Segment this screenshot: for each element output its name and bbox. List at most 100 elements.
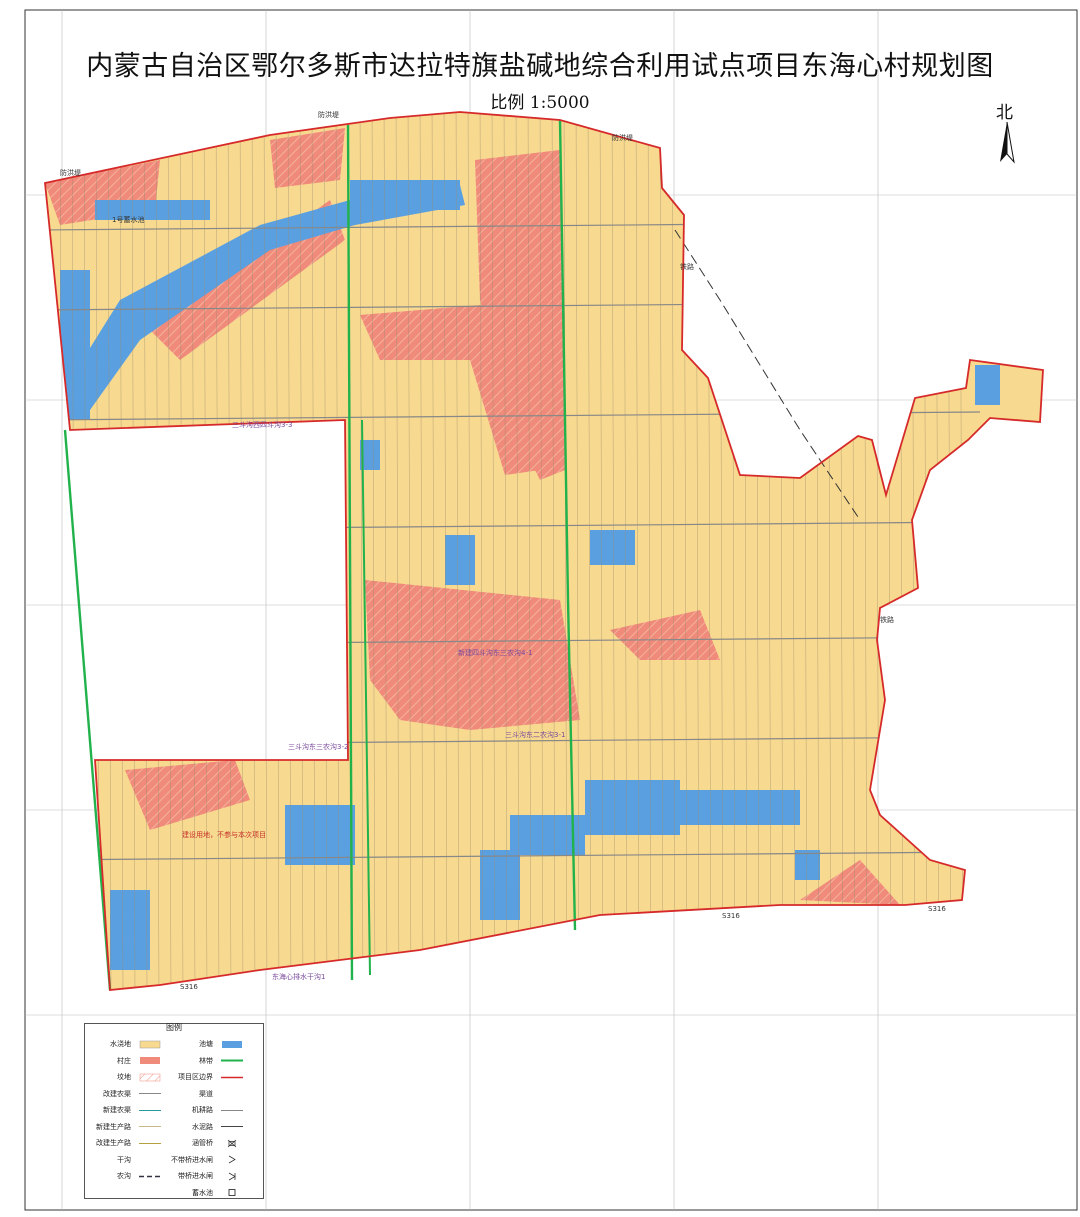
legend-item-label: 机耕路 — [192, 1106, 213, 1114]
legend-item-label: 池塘 — [199, 1040, 213, 1048]
map-label: S316 — [180, 983, 198, 991]
legend-item-label: 农沟 — [117, 1172, 131, 1180]
pond-area — [585, 780, 680, 835]
legend-item-symbol — [137, 1155, 163, 1164]
map-label: 三斗沟东三农沟3-2 — [288, 743, 349, 751]
legend-item: 改建生产路 — [85, 1135, 163, 1151]
legend-item-label: 新建生产路 — [96, 1122, 131, 1131]
legend-item: 坟地 — [85, 1069, 163, 1085]
legend-item-label: 林带 — [199, 1056, 213, 1065]
legend-item-symbol — [219, 1155, 245, 1164]
legend-item-symbol — [137, 1089, 163, 1098]
pond-area — [285, 805, 355, 865]
legend-item: 水泥路 — [167, 1119, 245, 1135]
line-dark-icon — [221, 1126, 243, 1127]
legend-item-label: 新建农渠 — [103, 1106, 131, 1114]
legend-item-label: 村庄 — [117, 1056, 131, 1065]
line-olive-icon — [139, 1142, 161, 1144]
legend-item-label: 项目区边界 — [178, 1073, 213, 1081]
legend-item-label: 水泥路 — [192, 1122, 213, 1131]
map-scale: 比例 1:5000 — [490, 93, 590, 113]
map-label: 新建四斗沟东三农沟4-1 — [458, 649, 533, 657]
pond-area — [795, 850, 820, 880]
legend-item-label: 不带桥进水闸 — [171, 1155, 213, 1164]
line-gray-icon — [221, 1109, 243, 1111]
legend-item-symbol — [137, 1056, 163, 1065]
legend-item: 机耕路 — [167, 1102, 245, 1118]
none-icon — [219, 1089, 245, 1098]
paddy-icon — [139, 1040, 161, 1048]
map-title: 内蒙古自治区鄂尔多斯市达拉特旗盐碱地综合利用试点项目东海心村规划图 — [86, 51, 994, 82]
legend-item: 新建农渠 — [85, 1102, 163, 1118]
legend-item-symbol — [137, 1040, 163, 1049]
legend-item: 涵管桥 — [167, 1135, 245, 1151]
legend-item-label: 渠道 — [199, 1089, 213, 1098]
map-label: 三斗沟东二农沟3-1 — [505, 731, 566, 739]
map-label: 三斗沟西四斗沟3-3 — [232, 421, 293, 429]
legend-item: 林带 — [167, 1053, 245, 1069]
map-label: 铁路 — [880, 616, 894, 624]
pond-area — [680, 790, 800, 825]
legend-item: 水浇地 — [85, 1036, 163, 1052]
legend-item-label: 改建生产路 — [96, 1139, 131, 1147]
legend-item-label: 改建农渠 — [103, 1089, 131, 1098]
box-icon — [228, 1189, 236, 1196]
grave-icon — [139, 1073, 161, 1081]
legend-item-symbol — [219, 1122, 245, 1131]
map-label: S316 — [722, 912, 740, 920]
gate2-icon — [228, 1172, 236, 1180]
map-label: 铁路 — [680, 263, 694, 271]
line-green-icon — [221, 1059, 243, 1062]
map-label: 1号蓄水池 — [112, 216, 145, 224]
map-label: 防洪堤 — [612, 134, 633, 142]
legend-item-label: 蓄水池 — [192, 1188, 213, 1197]
legend-item-label: 坟地 — [117, 1073, 131, 1081]
legend-item-label: 水浇地 — [110, 1040, 131, 1048]
legend-item: 不带桥进水闸 — [167, 1152, 245, 1168]
map-label: 东海心排水干沟1 — [272, 973, 326, 981]
legend-item-symbol — [137, 1106, 163, 1115]
legend-item: 新建生产路 — [85, 1119, 163, 1135]
map-label: 防洪堤 — [318, 111, 339, 119]
legend-item-symbol — [219, 1188, 245, 1197]
legend-item-symbol — [219, 1106, 245, 1115]
legend-item-symbol — [219, 1040, 245, 1049]
legend-item-symbol — [137, 1172, 163, 1181]
line-red-icon — [221, 1076, 243, 1078]
line-teal-icon — [139, 1109, 161, 1111]
legend-item-symbol — [219, 1089, 245, 1098]
north-label: 北 — [996, 103, 1013, 123]
legend-item-symbol — [219, 1073, 245, 1082]
legend: 图例 水浇地 村庄 坟地 改建农渠 新建农渠 新建生产路 改建生产路 干沟 农沟 池塘 林带 项目区… — [84, 1023, 264, 1199]
legend-item-symbol — [219, 1139, 245, 1148]
pond-area — [110, 890, 150, 970]
legend-item: 渠道 — [167, 1086, 245, 1102]
bridge-icon — [227, 1139, 237, 1147]
legend-item: 带桥进水闸 — [167, 1168, 245, 1184]
legend-item: 池塘 — [167, 1036, 245, 1052]
map-label: 防洪堤 — [60, 169, 81, 177]
legend-item: 项目区边界 — [167, 1069, 245, 1085]
legend-item-symbol — [137, 1073, 163, 1082]
none-icon — [137, 1155, 163, 1164]
legend-item: 村庄 — [85, 1053, 163, 1069]
dash-icon — [139, 1175, 161, 1177]
pond-icon — [222, 1040, 242, 1048]
line-gray-icon — [139, 1093, 161, 1094]
legend-item-symbol — [137, 1122, 163, 1131]
pond-area — [590, 530, 635, 565]
legend-item: 蓄水池 — [167, 1185, 245, 1201]
legend-item-symbol — [219, 1172, 245, 1181]
map-label: S316 — [928, 905, 946, 913]
legend-item-symbol — [137, 1139, 163, 1148]
legend-item-label: 干沟 — [117, 1155, 131, 1164]
gate-icon — [228, 1155, 236, 1164]
pond-area — [480, 850, 520, 920]
legend-item-symbol — [219, 1056, 245, 1065]
pond-area — [975, 365, 1000, 405]
legend-item: 改建农渠 — [85, 1086, 163, 1102]
legend-item-label: 带桥进水闸 — [178, 1172, 213, 1180]
line-light-icon — [139, 1126, 161, 1127]
legend-item-label: 涵管桥 — [192, 1139, 213, 1147]
pond-area — [445, 535, 475, 585]
